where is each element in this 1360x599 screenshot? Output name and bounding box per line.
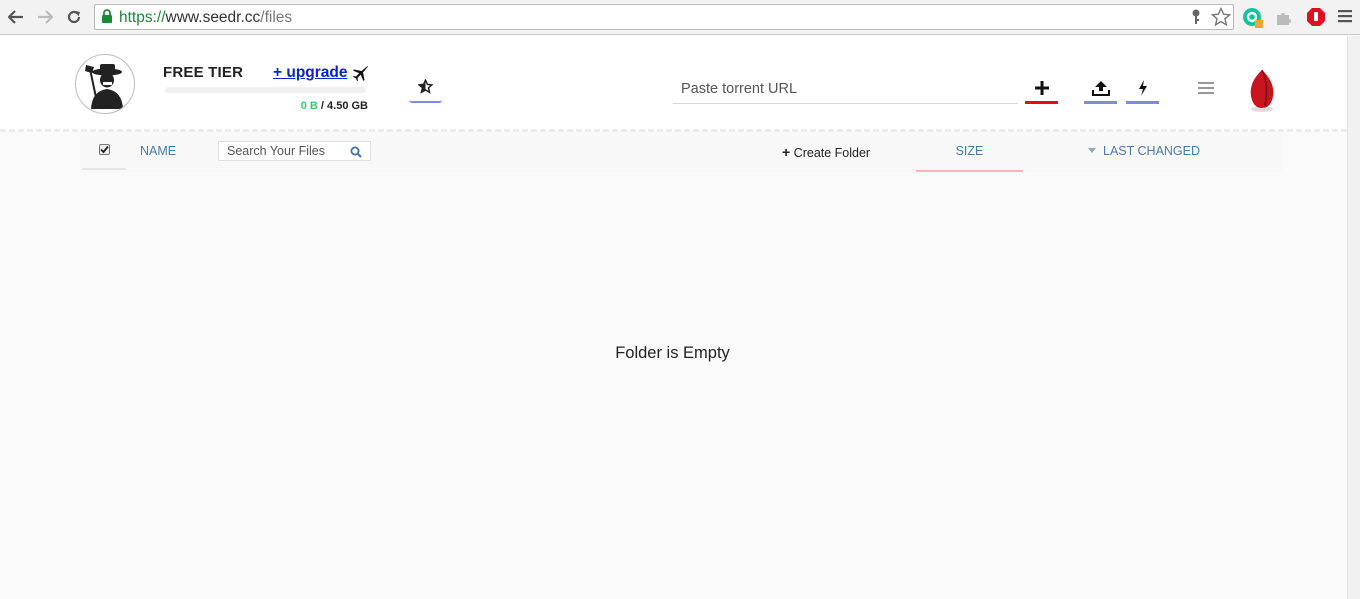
reload-icon[interactable] bbox=[63, 6, 85, 28]
hamburger-menu-icon[interactable] bbox=[1198, 82, 1214, 96]
bookmark-star-icon[interactable] bbox=[1210, 6, 1232, 32]
back-icon[interactable] bbox=[5, 6, 27, 28]
search-icon[interactable] bbox=[350, 145, 362, 163]
seedr-logo[interactable] bbox=[1247, 68, 1277, 114]
tier-label: FREE TIER bbox=[163, 64, 244, 81]
add-torrent-button[interactable] bbox=[1025, 74, 1058, 104]
select-all-checkbox[interactable] bbox=[82, 134, 126, 170]
user-avatar-icon bbox=[85, 64, 123, 109]
sort-caret-icon bbox=[1088, 148, 1096, 153]
app-header: FREE TIER + upgrade 0 B / 4.50 GB bbox=[0, 36, 1347, 130]
lock-icon bbox=[101, 9, 113, 29]
last-changed-column-header[interactable]: LAST CHANGED bbox=[1088, 144, 1200, 158]
search-files-input[interactable] bbox=[219, 142, 347, 160]
browser-toolbar: https://www.seedr.cc/files bbox=[0, 0, 1360, 35]
search-box bbox=[218, 141, 371, 161]
storage-quota-text: 0 B / 4.50 GB bbox=[300, 100, 368, 112]
plus-icon bbox=[1034, 80, 1049, 95]
checkbox-box bbox=[98, 143, 110, 155]
avatar[interactable] bbox=[75, 54, 135, 114]
upload-icon bbox=[1091, 80, 1110, 96]
url-text: https://www.seedr.cc/files bbox=[119, 9, 293, 26]
last-changed-label: LAST CHANGED bbox=[1103, 144, 1201, 158]
header-divider bbox=[0, 129, 1347, 132]
key-icon[interactable] bbox=[1191, 9, 1201, 30]
name-column-header[interactable]: NAME bbox=[140, 144, 176, 158]
empty-message-text: Folder is Empty bbox=[615, 344, 730, 362]
forward-icon[interactable] bbox=[34, 6, 56, 28]
storage-quota-bar bbox=[165, 87, 366, 93]
checkmark-icon bbox=[99, 145, 109, 153]
extension-puzzle-icon[interactable] bbox=[1274, 7, 1294, 27]
wishlist-button[interactable] bbox=[409, 72, 442, 103]
half-star-icon bbox=[418, 79, 433, 94]
seed-logo-icon bbox=[1250, 69, 1274, 112]
browser-menu-icon[interactable] bbox=[1338, 9, 1358, 29]
upgrade-link[interactable]: + upgrade bbox=[273, 64, 348, 82]
create-folder-button[interactable]: + Create Folder bbox=[782, 144, 870, 160]
quick-action-button[interactable] bbox=[1126, 74, 1159, 104]
extension-grammarly-icon[interactable] bbox=[1242, 7, 1263, 28]
airplane-icon bbox=[351, 64, 369, 87]
create-folder-label: Create Folder bbox=[793, 146, 871, 160]
files-toolbar: NAME + Create Folder SIZE LAST CHANGED bbox=[80, 134, 1283, 172]
page-scrollbar[interactable] bbox=[1347, 36, 1360, 599]
app-page: FREE TIER + upgrade 0 B / 4.50 GB Paste … bbox=[0, 36, 1347, 599]
upload-button[interactable] bbox=[1084, 74, 1117, 104]
extension-adblock-icon[interactable] bbox=[1306, 7, 1326, 27]
empty-folder-message: Folder is Empty bbox=[0, 344, 1347, 363]
lightning-bolt-icon bbox=[1138, 79, 1147, 96]
size-column-header[interactable]: SIZE bbox=[916, 134, 1023, 172]
plus-icon: + bbox=[782, 144, 791, 160]
address-bar[interactable]: https://www.seedr.cc/files bbox=[94, 4, 1234, 30]
torrent-url-input[interactable] bbox=[673, 74, 1018, 104]
